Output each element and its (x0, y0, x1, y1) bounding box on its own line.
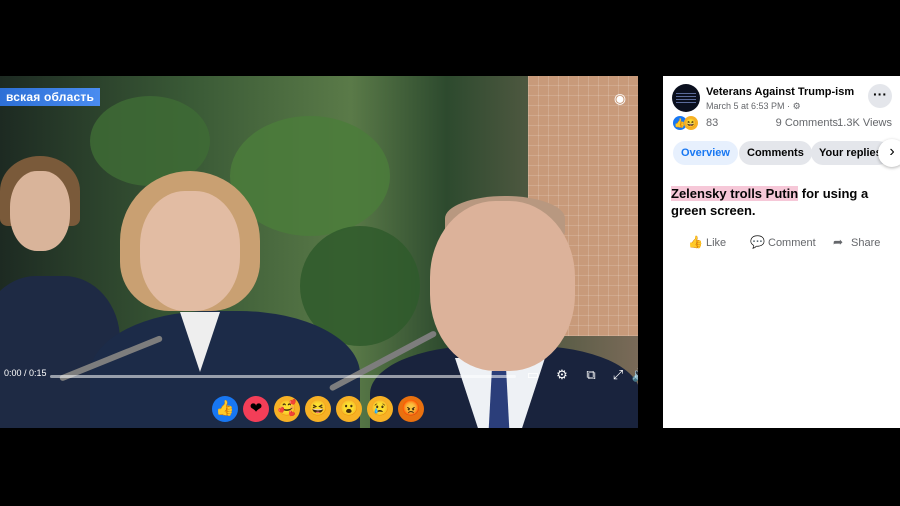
reaction-count[interactable]: 83 (706, 117, 718, 129)
channel-label: вская область (0, 88, 101, 106)
comment-label: Comment (768, 237, 816, 249)
gear-icon: ⚙ (792, 101, 801, 111)
more-options-button[interactable]: ··· (868, 84, 892, 108)
fullscreen-icon[interactable]: ⤢ (609, 366, 627, 384)
angry-reaction-icon[interactable]: 😡 (398, 396, 424, 422)
share-button[interactable]: ➦ Share (833, 232, 880, 252)
post-timestamp[interactable]: March 5 at 6:53 PM · (706, 101, 790, 111)
avatar[interactable] (672, 84, 700, 112)
like-reaction-icon[interactable]: 👍 (212, 396, 238, 422)
comments-count[interactable]: 9 Comments (776, 117, 838, 129)
share-label: Share (851, 237, 881, 249)
miniplayer-icon[interactable]: ⧉ (582, 366, 600, 384)
speech-bubble-icon: 💬 (750, 235, 765, 249)
progress-bar[interactable] (50, 375, 516, 378)
caption-highlight: Zelensky trolls Putin (671, 186, 799, 201)
video-time: 0:00 / 0:15 (4, 368, 47, 378)
views-count: 1.3K Views (837, 117, 892, 129)
thumbs-up-icon: 👍 (688, 235, 703, 249)
post-panel: Veterans Against Trump-ism March 5 at 6:… (663, 76, 900, 428)
haha-reaction-icon: 😆 (684, 116, 698, 130)
tab-bar: Overview Comments Your replies › (673, 139, 900, 167)
captions-icon[interactable]: ▭ (524, 366, 542, 384)
post-caption: Zelensky trolls Putin for using a green … (671, 185, 886, 219)
share-icon: ➦ (833, 235, 844, 249)
like-label: Like (706, 237, 727, 249)
post-actions: 👍 Like 💬 Comment ➦ Share (673, 232, 892, 252)
post-meta: March 5 at 6:53 PM · ⚙ (706, 101, 801, 112)
haha-reaction-icon[interactable]: 😆 (305, 396, 331, 422)
eye-icon[interactable]: ◉ (610, 88, 630, 108)
page-name[interactable]: Veterans Against Trump-ism (706, 86, 854, 98)
video-controls: 0:00 / 0:15 ▭ ⚙ ⧉ ⤢ 🔊 (0, 364, 638, 388)
love-reaction-icon[interactable]: ❤ (243, 396, 269, 422)
volume-icon[interactable]: 🔊 (631, 366, 638, 384)
tab-overview[interactable]: Overview (673, 141, 738, 165)
wow-reaction-icon[interactable]: 😮 (336, 396, 362, 422)
like-button[interactable]: 👍 Like (688, 232, 726, 252)
sad-reaction-icon[interactable]: 😢 (367, 396, 393, 422)
care-reaction-icon[interactable]: 🥰 (274, 396, 300, 422)
chevron-right-icon[interactable]: › (878, 139, 900, 167)
post-stats: 👍 😆 83 9 Comments 1.3K Views (673, 116, 892, 132)
tab-comments[interactable]: Comments (739, 141, 812, 165)
comment-button[interactable]: 💬 Comment (750, 232, 816, 252)
video-player[interactable]: вская область ◉ 0:00 / 0:15 ▭ ⚙ ⧉ ⤢ 🔊 👍❤… (0, 76, 638, 428)
gear-icon[interactable]: ⚙ (553, 366, 571, 384)
